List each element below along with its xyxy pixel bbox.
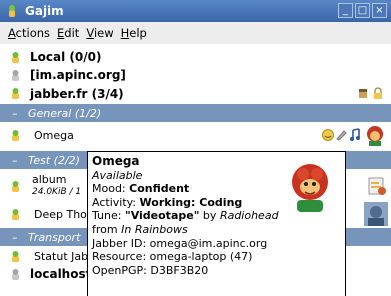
menu-actions[interactable]: Actions	[8, 26, 50, 40]
maximize-button[interactable]: □	[355, 3, 370, 18]
music-note-icon	[350, 128, 360, 141]
collapse-icon[interactable]: –	[12, 231, 22, 244]
contact-name: Deep Tho	[34, 207, 87, 221]
contact-name: Omega	[34, 128, 74, 142]
contact-tooltip: Omega Available Mood: Confident Activity…	[87, 151, 346, 296]
menu-bar: Actions Edit View Help	[0, 22, 391, 44]
online-status-icon	[12, 208, 19, 220]
mood-smiley-icon	[322, 129, 334, 141]
window-controls: _ □ ×	[338, 3, 387, 18]
contact-name: Statut Jab	[34, 249, 89, 263]
offline-status-icon	[12, 268, 19, 280]
group-name: Transport	[28, 230, 81, 244]
online-status-icon	[12, 180, 19, 192]
account-name: [im.apinc.org]	[30, 68, 126, 82]
offline-status-icon	[12, 69, 19, 81]
online-status-icon	[12, 51, 19, 63]
tooltip-resource: Resource: omega-laptop (47)	[92, 250, 253, 264]
group-row-general[interactable]: – General (1/2)	[0, 104, 391, 122]
close-button[interactable]: ×	[372, 3, 387, 18]
online-status-icon	[12, 250, 19, 262]
contact-row-omega[interactable]: Omega	[0, 123, 391, 147]
minimize-button[interactable]: _	[338, 3, 353, 18]
contact-avatar	[367, 126, 383, 146]
tooltip-tune-album: from In Rainbows	[92, 222, 188, 236]
account-row-local[interactable]: Local (0/0)	[0, 48, 391, 66]
account-name: localhost	[30, 267, 92, 281]
group-name: Test (2/2)	[28, 153, 80, 167]
menu-help[interactable]: Help	[121, 26, 147, 40]
menu-view[interactable]: View	[86, 26, 113, 40]
account-name: Local (0/0)	[30, 50, 102, 64]
window-title: Gajim	[25, 4, 64, 18]
contact-text: album 24.0KiB / 1	[32, 174, 81, 198]
pencil-icon	[359, 89, 367, 98]
menu-edit[interactable]: Edit	[57, 26, 79, 40]
collapse-icon[interactable]: –	[12, 154, 22, 167]
contact-avatar	[364, 202, 388, 226]
contact-name: album	[32, 173, 67, 186]
account-name: jabber.fr (3/4)	[30, 86, 124, 101]
file-transfer-icon	[368, 177, 386, 195]
tooltip-jid: Jabber ID: omega@im.apinc.org	[92, 236, 268, 250]
collapse-icon[interactable]: –	[12, 107, 22, 120]
activity-pencil-icon	[336, 130, 347, 141]
tooltip-openpgp: OpenPGP: D3BF3B20	[92, 263, 209, 277]
account-row-jabber[interactable]: jabber.fr (3/4)	[0, 84, 391, 103]
group-name: General (1/2)	[28, 106, 102, 120]
account-row-apinc[interactable]: [im.apinc.org]	[0, 66, 391, 84]
gajim-app-icon	[9, 5, 15, 17]
title-bar: Gajim _ □ ×	[0, 0, 391, 22]
lock-icon	[374, 87, 382, 99]
contact-status-message: 24.0KiB / 1	[32, 187, 82, 197]
online-status-icon	[12, 88, 19, 99]
online-status-icon	[12, 129, 19, 141]
tooltip-avatar	[292, 164, 328, 212]
